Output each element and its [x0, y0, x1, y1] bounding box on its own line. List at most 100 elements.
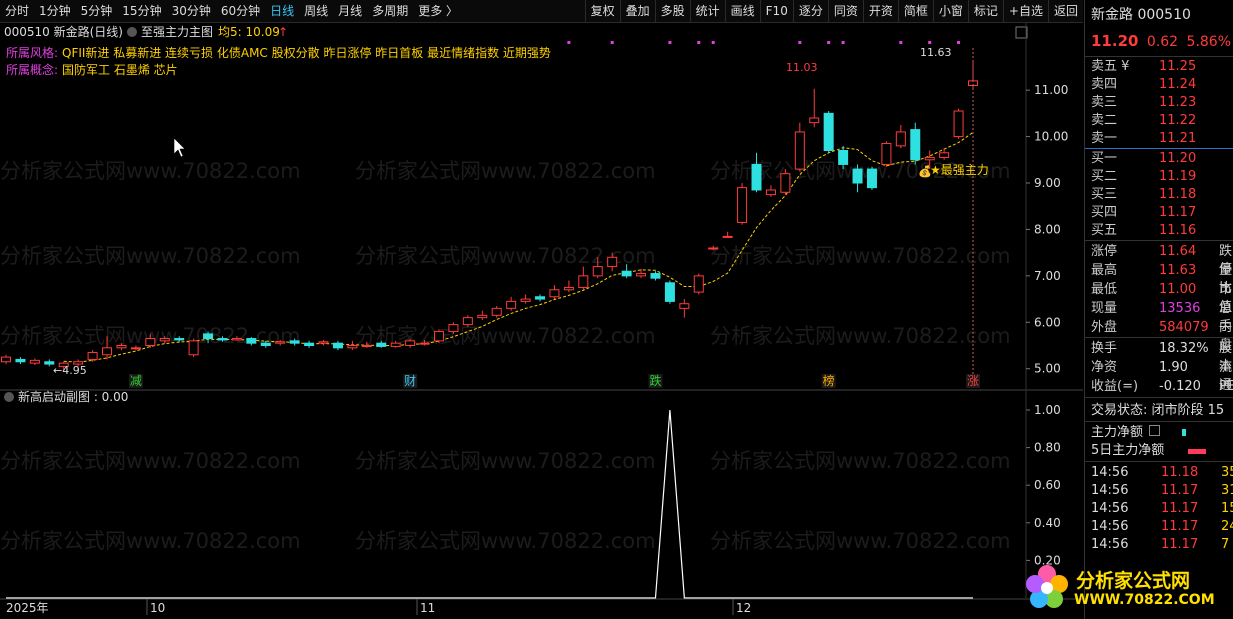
tick-time: 14:56 — [1091, 519, 1129, 534]
candle-body — [477, 314, 488, 319]
time-axis-oct: 10 — [150, 601, 165, 615]
candle-body — [188, 340, 199, 356]
tool-button[interactable]: 画线 — [724, 0, 760, 22]
period-tab[interactable]: 1分钟 — [34, 0, 76, 22]
indicator-menu-icon[interactable] — [127, 27, 137, 37]
tick-price: 11.17 — [1161, 537, 1199, 552]
book-label: 外盘 — [1091, 320, 1118, 335]
candle-body — [895, 131, 906, 147]
sub-axis-label: 0.80 — [1034, 441, 1061, 455]
watermark: 分析家公式网www.70822.com — [355, 449, 656, 473]
time-axis-dec: 12 — [736, 601, 751, 615]
tick-price: 11.18 — [1161, 465, 1199, 480]
sub-menu-icon[interactable] — [4, 392, 14, 402]
main-net-bar — [1182, 429, 1187, 436]
candle-body — [722, 235, 733, 238]
book-label: 最高 — [1091, 263, 1118, 278]
tick-row: 14:56 11.18 35 — [1091, 464, 1233, 482]
price-change: 0.62 — [1146, 34, 1179, 50]
signal-dot — [928, 41, 932, 44]
candle-body — [102, 347, 113, 356]
chart-header-code: 000510 新金路(日线) — [4, 24, 123, 39]
signal-dot — [610, 41, 614, 44]
price-label: 10.00 — [1034, 130, 1068, 144]
tool-button[interactable]: 开资 — [862, 0, 898, 22]
tool-button[interactable]: 逐分 — [792, 0, 828, 22]
period-tab[interactable]: 30分钟 — [167, 0, 216, 22]
period-tab[interactable]: 15分钟 — [117, 0, 166, 22]
candle-body — [231, 338, 242, 341]
tool-button[interactable]: +自选 — [1002, 0, 1048, 22]
tool-button[interactable]: 复权 — [584, 0, 620, 22]
watermark: 分析家公式网www.70822.com — [710, 244, 1011, 268]
main-force-label: ★最强主力 — [930, 163, 989, 177]
candle-body — [116, 345, 127, 349]
ma-label: 均5: 10.09 — [218, 25, 280, 39]
candle-body — [636, 273, 647, 277]
period-tab[interactable]: 多周期 — [367, 0, 413, 22]
period-tab[interactable]: 更多 〉 — [413, 0, 463, 22]
tool-button[interactable]: F10 — [759, 0, 793, 22]
book-label: 买五 — [1091, 223, 1118, 238]
period-tab[interactable]: 周线 — [299, 0, 333, 22]
tool-button[interactable]: 标记 — [967, 0, 1003, 22]
logo-url: WWW.70822.COM — [1074, 592, 1215, 608]
candle-body — [448, 324, 459, 333]
candle-body — [866, 168, 877, 189]
period-tab[interactable]: 5分钟 — [76, 0, 118, 22]
book-price: 11.21 — [1159, 131, 1197, 146]
main-net-toggle-icon[interactable] — [1149, 425, 1161, 436]
signal-dot — [711, 41, 715, 44]
book-price: 11.16 — [1159, 223, 1197, 238]
price-label: 11.00 — [1034, 83, 1068, 97]
period-tab[interactable]: 60分钟 — [216, 0, 265, 22]
watermark: 分析家公式网www.70822.com — [0, 529, 301, 553]
stock-code: 000510 — [1137, 7, 1191, 23]
tick-volume: 7 — [1221, 537, 1230, 552]
candle-body — [491, 307, 502, 316]
candle-body — [794, 131, 805, 170]
candle-body — [881, 143, 892, 165]
candle-body — [433, 331, 444, 342]
tick-time: 14:56 — [1091, 465, 1129, 480]
candle-body — [737, 187, 748, 223]
book-price: 11.23 — [1159, 95, 1197, 110]
tool-button[interactable]: 叠加 — [619, 0, 655, 22]
candle-body — [664, 282, 675, 302]
signal-dot — [957, 41, 961, 44]
tick-row: 14:56 11.17 24 — [1091, 518, 1233, 536]
book-label: 卖四 — [1091, 77, 1118, 92]
tick-row: 14:56 11.17 31 — [1091, 482, 1233, 500]
tick-time: 14:56 — [1091, 537, 1129, 552]
tool-button[interactable]: 统计 — [689, 0, 725, 22]
book-label: 净资 — [1091, 360, 1118, 375]
candle-body — [405, 340, 416, 347]
watermark: 分析家公式网www.70822.com — [0, 244, 301, 268]
kline-chart[interactable]: 分析家公式网www.70822.com 分析家公式网www.70822.com … — [0, 23, 1083, 619]
tool-button[interactable]: 多股 — [654, 0, 690, 22]
sub-polyline — [6, 409, 973, 599]
candle-body — [852, 168, 863, 184]
price-axis: 11.00 10.00 9.00 8.00 7.00 6.00 5.00 — [1026, 83, 1068, 376]
period-tab[interactable]: 分时 — [0, 0, 34, 22]
indicator-name[interactable]: 至强主力主图 — [141, 25, 213, 39]
period-tab[interactable]: 月线 — [333, 0, 367, 22]
event-markers: 减财跌榜涨 — [128, 373, 980, 388]
candle-body — [679, 303, 690, 309]
book-label: 买四 — [1091, 205, 1118, 220]
flower-logo-icon — [1026, 565, 1068, 608]
window-toggle-icon[interactable] — [1015, 26, 1028, 39]
tool-button[interactable]: 返回 — [1047, 0, 1083, 22]
tool-button[interactable]: 小窗 — [932, 0, 968, 22]
candle-body — [347, 345, 358, 349]
candle-body — [823, 112, 834, 151]
book-label: 涨停 — [1091, 244, 1118, 259]
book-price: 11.63 — [1159, 263, 1197, 278]
watermark: 分析家公式网www.70822.com — [355, 159, 656, 183]
candle-body — [332, 342, 343, 349]
candle-body — [29, 359, 40, 364]
tool-button[interactable]: 简框 — [897, 0, 933, 22]
tool-button[interactable]: 同资 — [827, 0, 863, 22]
style-values: QFII新进 私募新进 连续亏损 化债AMC 股权分散 昨日涨停 昨日首板 最近… — [62, 45, 551, 60]
period-tab[interactable]: 日线 — [265, 0, 299, 22]
